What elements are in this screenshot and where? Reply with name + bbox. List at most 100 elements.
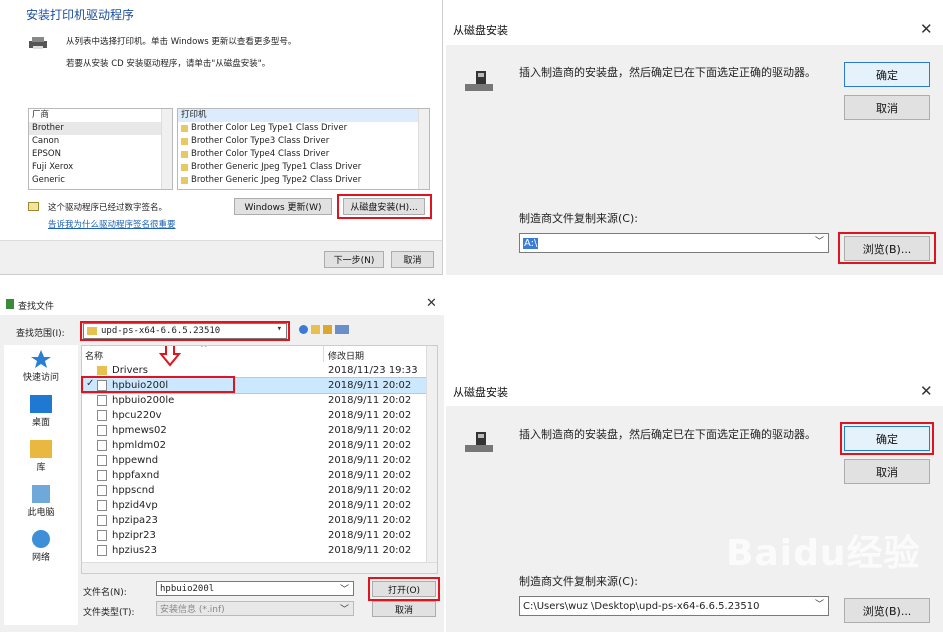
close-icon[interactable]: ✕	[920, 20, 933, 38]
nav-this-pc[interactable]: 此电脑	[4, 485, 78, 518]
title-bar	[446, 376, 943, 406]
table-row[interactable]: hppfaxnd 2018/9/11 20:02	[82, 468, 437, 483]
table-row[interactable]: hpcu220v 2018/9/11 20:02	[82, 408, 437, 423]
table-row[interactable]: hpzipa23 2018/9/11 20:02	[82, 513, 437, 528]
driver-icon	[181, 164, 188, 171]
lookin-label: 查找范围(I):	[16, 329, 65, 339]
printer-list[interactable]: 打印机 Brother Color Leg Type1 Class Driver…	[177, 108, 430, 190]
table-row[interactable]: hpbuio200le 2018/9/11 20:02	[82, 393, 437, 408]
list-item-label: Brother Color Type4 Class Driver	[191, 149, 330, 159]
table-row[interactable]: hpmldm02 2018/9/11 20:02	[82, 438, 437, 453]
table-row[interactable]: hpmews02 2018/9/11 20:02	[82, 423, 437, 438]
chevron-down-icon[interactable]: ﹀	[815, 234, 824, 247]
ok-button[interactable]: 确定	[844, 62, 930, 87]
description-line-1: 从列表中选择打印机。单击 Windows 更新以查看更多型号。	[66, 37, 297, 47]
list-item[interactable]: Canon	[29, 135, 172, 148]
list-item[interactable]: EPSON	[29, 148, 172, 161]
table-row[interactable]: hppscnd 2018/9/11 20:02	[82, 483, 437, 498]
column-header-name[interactable]: 名称	[85, 349, 103, 362]
description-line-2: 若要从安装 CD 安装驱动程序，请单击"从磁盘安装"。	[66, 59, 271, 69]
path-text: C:\Users\wuz \Desktop\upd-ps-x64-6.6.5.2…	[523, 600, 760, 612]
nav-label: 桌面	[31, 418, 50, 428]
library-icon	[30, 440, 52, 458]
back-icon[interactable]	[299, 325, 308, 334]
table-row[interactable]: hpzius23 2018/9/11 20:02	[82, 543, 437, 558]
next-button[interactable]: 下一步(N)	[324, 251, 384, 268]
watermark: Baidu经验	[726, 533, 921, 574]
chevron-down-icon[interactable]: ﹀	[815, 597, 824, 610]
filetype-value: 安装信息 (*.inf)	[160, 605, 225, 615]
scrollbar[interactable]	[418, 109, 429, 189]
windows-update-button[interactable]: Windows 更新(W)	[234, 198, 332, 215]
driver-icon	[181, 138, 188, 145]
copy-from-combobox[interactable]: A:\ ﹀	[519, 233, 829, 253]
table-row[interactable]: hppewnd 2018/9/11 20:02	[82, 453, 437, 468]
file-date: 2018/9/11 20:02	[328, 380, 412, 391]
filename-value: hpbuio200l	[160, 583, 215, 594]
copy-from-combobox[interactable]: C:\Users\wuz \Desktop\upd-ps-x64-6.6.5.2…	[519, 596, 829, 616]
list-item[interactable]: Brother Color Type4 Class Driver	[178, 148, 429, 161]
manufacturer-list[interactable]: 厂商 Brother Canon EPSON Fuji Xerox Generi…	[28, 108, 173, 190]
nav-desktop[interactable]: 桌面	[4, 395, 78, 428]
file-date: 2018/9/11 20:02	[328, 455, 412, 466]
cancel-button[interactable]: 取消	[391, 251, 434, 268]
list-item-label: Brother Color Type3 Class Driver	[191, 136, 330, 146]
manufacturer-header: 厂商	[32, 110, 50, 120]
list-item[interactable]: Brother Generic Jpeg Type2 Class Driver	[178, 174, 429, 187]
new-folder-icon[interactable]	[323, 325, 332, 334]
chevron-down-icon[interactable]: ﹀	[340, 602, 349, 615]
file-icon	[97, 485, 107, 496]
close-icon[interactable]: ✕	[920, 382, 933, 400]
table-row[interactable]: hpzipr23 2018/9/11 20:02	[82, 528, 437, 543]
file-icon	[97, 545, 107, 556]
filetype-combobox[interactable]: 安装信息 (*.inf) ﹀	[156, 601, 354, 616]
nav-label: 库	[36, 463, 46, 473]
list-item[interactable]: Brother Color Type3 Class Driver	[178, 135, 429, 148]
list-item[interactable]: Brother Color Leg Type1 Class Driver	[178, 122, 429, 135]
file-name: hppewnd	[112, 455, 159, 466]
file-date: 2018/9/11 20:02	[328, 440, 412, 451]
scrollbar[interactable]	[426, 346, 437, 562]
scrollbar[interactable]	[161, 109, 172, 189]
file-icon	[97, 455, 107, 466]
filetype-label: 文件类型(T):	[83, 608, 135, 618]
browse-button[interactable]: 浏览(B)...	[844, 598, 930, 623]
sort-chevron-icon: ^	[200, 345, 208, 354]
scrollbar[interactable]	[82, 562, 437, 573]
view-menu-icon[interactable]	[335, 325, 349, 334]
file-date: 2018/9/11 20:02	[328, 530, 412, 541]
nav-library[interactable]: 库	[4, 440, 78, 473]
printer-icon	[28, 36, 48, 50]
header-divider	[323, 346, 324, 362]
nav-network[interactable]: 网络	[4, 530, 78, 563]
table-row[interactable]: hpzid4vp 2018/9/11 20:02	[82, 498, 437, 513]
list-item[interactable]: Brother	[29, 122, 172, 135]
filename-combobox[interactable]: hpbuio200l ﹀	[156, 581, 354, 596]
close-icon[interactable]: ✕	[426, 296, 437, 311]
list-item-label: Brother Generic Jpeg Type2 Class Driver	[191, 175, 362, 185]
cancel-button[interactable]: 取消	[372, 601, 436, 617]
column-header-date[interactable]: 修改日期	[328, 349, 364, 362]
cancel-button[interactable]: 取消	[844, 95, 930, 120]
file-name: hppscnd	[112, 485, 155, 496]
list-item[interactable]: Generic	[29, 174, 172, 187]
find-file-dialog: 查找文件 ✕ 查找范围(I): upd-ps-x64-6.6.5.23510 ▾…	[0, 293, 444, 632]
file-date: 2018/11/23 19:33	[328, 365, 418, 376]
nav-quick-access[interactable]: 快速访问	[4, 350, 78, 383]
up-folder-icon[interactable]	[311, 325, 320, 334]
signed-text: 这个驱动程序已经过数字签名。	[48, 203, 168, 213]
highlight-box	[337, 194, 432, 219]
driver-signing-link[interactable]: 告诉我为什么驱动程序签名很重要	[48, 218, 176, 230]
file-date: 2018/9/11 20:02	[328, 485, 412, 496]
install-from-disk-dialog: 从磁盘安装 ✕ 插入制造商的安装盘，然后确定已在下面选定正确的驱动器。 确定 取…	[446, 13, 943, 275]
list-item[interactable]: Brother Generic Jpeg Type1 Class Driver	[178, 161, 429, 174]
printer-header: 打印机	[178, 109, 429, 122]
file-date: 2018/9/11 20:02	[328, 470, 412, 481]
file-name: hpzipr23	[112, 530, 156, 541]
chevron-down-icon[interactable]: ﹀	[340, 582, 349, 595]
title-bar	[446, 13, 943, 45]
list-item[interactable]: Fuji Xerox	[29, 161, 172, 174]
desktop-icon	[30, 395, 52, 413]
cancel-button[interactable]: 取消	[844, 459, 930, 484]
instruction-text: 插入制造商的安装盘，然后确定已在下面选定正确的驱动器。	[519, 66, 816, 79]
